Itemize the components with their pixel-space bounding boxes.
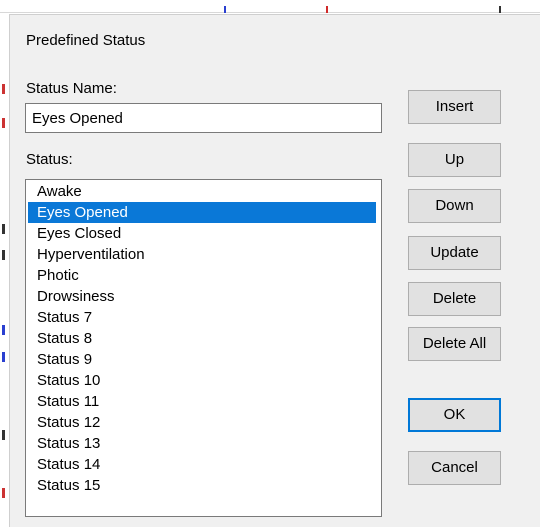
status-list-item[interactable]: Status 15 xyxy=(28,475,376,496)
status-list-item[interactable]: Awake xyxy=(28,181,376,202)
cancel-button[interactable]: Cancel xyxy=(408,451,501,485)
background-edge-mark xyxy=(2,118,5,128)
delete-button[interactable]: Delete xyxy=(408,282,501,316)
status-list-item[interactable]: Hyperventilation xyxy=(28,244,376,265)
status-name-label: Status Name: xyxy=(26,80,117,97)
background-edge-mark xyxy=(2,352,5,362)
predefined-status-dialog: Predefined Status Status Name: Status: A… xyxy=(9,14,540,527)
background-edge-mark xyxy=(2,224,5,234)
status-list-item[interactable]: Photic xyxy=(28,265,376,286)
background-edge-mark xyxy=(2,325,5,335)
update-button[interactable]: Update xyxy=(408,236,501,270)
background-edge-mark xyxy=(2,250,5,260)
background-chart-line xyxy=(0,12,540,13)
delete-all-button[interactable]: Delete All xyxy=(408,327,501,361)
status-list-item[interactable]: Status 9 xyxy=(28,349,376,370)
status-list-label: Status: xyxy=(26,151,73,168)
status-list-item[interactable]: Status 14 xyxy=(28,454,376,475)
dialog-title: Predefined Status xyxy=(26,32,146,49)
background-tick-blue xyxy=(224,6,226,13)
background-edge-mark xyxy=(2,430,5,440)
down-button[interactable]: Down xyxy=(408,189,501,223)
status-list-item[interactable]: Status 7 xyxy=(28,307,376,328)
up-button[interactable]: Up xyxy=(408,143,501,177)
status-list-item[interactable]: Status 13 xyxy=(28,433,376,454)
status-list-item[interactable]: Status 12 xyxy=(28,412,376,433)
status-list-item[interactable]: Eyes Closed xyxy=(28,223,376,244)
ok-button[interactable]: OK xyxy=(408,398,501,432)
status-list-item[interactable]: Eyes Opened xyxy=(28,202,376,223)
background-edge-mark xyxy=(2,488,5,498)
status-list-item[interactable]: Status 11 xyxy=(28,391,376,412)
status-name-input[interactable] xyxy=(25,103,382,133)
status-list-item[interactable]: Drowsiness xyxy=(28,286,376,307)
status-list-item[interactable]: Status 10 xyxy=(28,370,376,391)
status-listbox[interactable]: Awake Eyes Opened Eyes Closed Hyperventilat… xyxy=(25,179,382,517)
insert-button[interactable]: Insert xyxy=(408,90,501,124)
status-list-item[interactable]: Status 8 xyxy=(28,328,376,349)
background-tick-red xyxy=(326,6,328,13)
background-tick-dark xyxy=(499,6,501,13)
background-edge-mark xyxy=(2,84,5,94)
